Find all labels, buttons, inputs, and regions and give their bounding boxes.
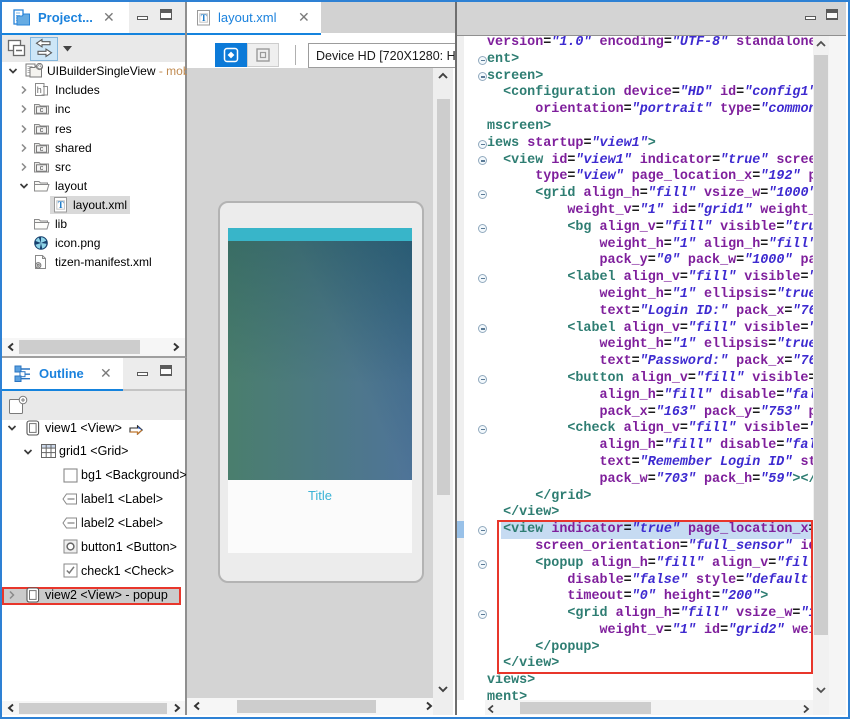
svg-text:h: h — [37, 85, 42, 95]
svg-text:G: G — [37, 64, 42, 71]
svg-text:c: c — [40, 163, 44, 172]
svg-text:c: c — [40, 125, 44, 134]
svg-text:c: c — [40, 105, 44, 114]
svg-text:c: c — [40, 144, 44, 153]
svg-text:T: T — [58, 200, 64, 210]
svg-text:T: T — [201, 13, 207, 23]
